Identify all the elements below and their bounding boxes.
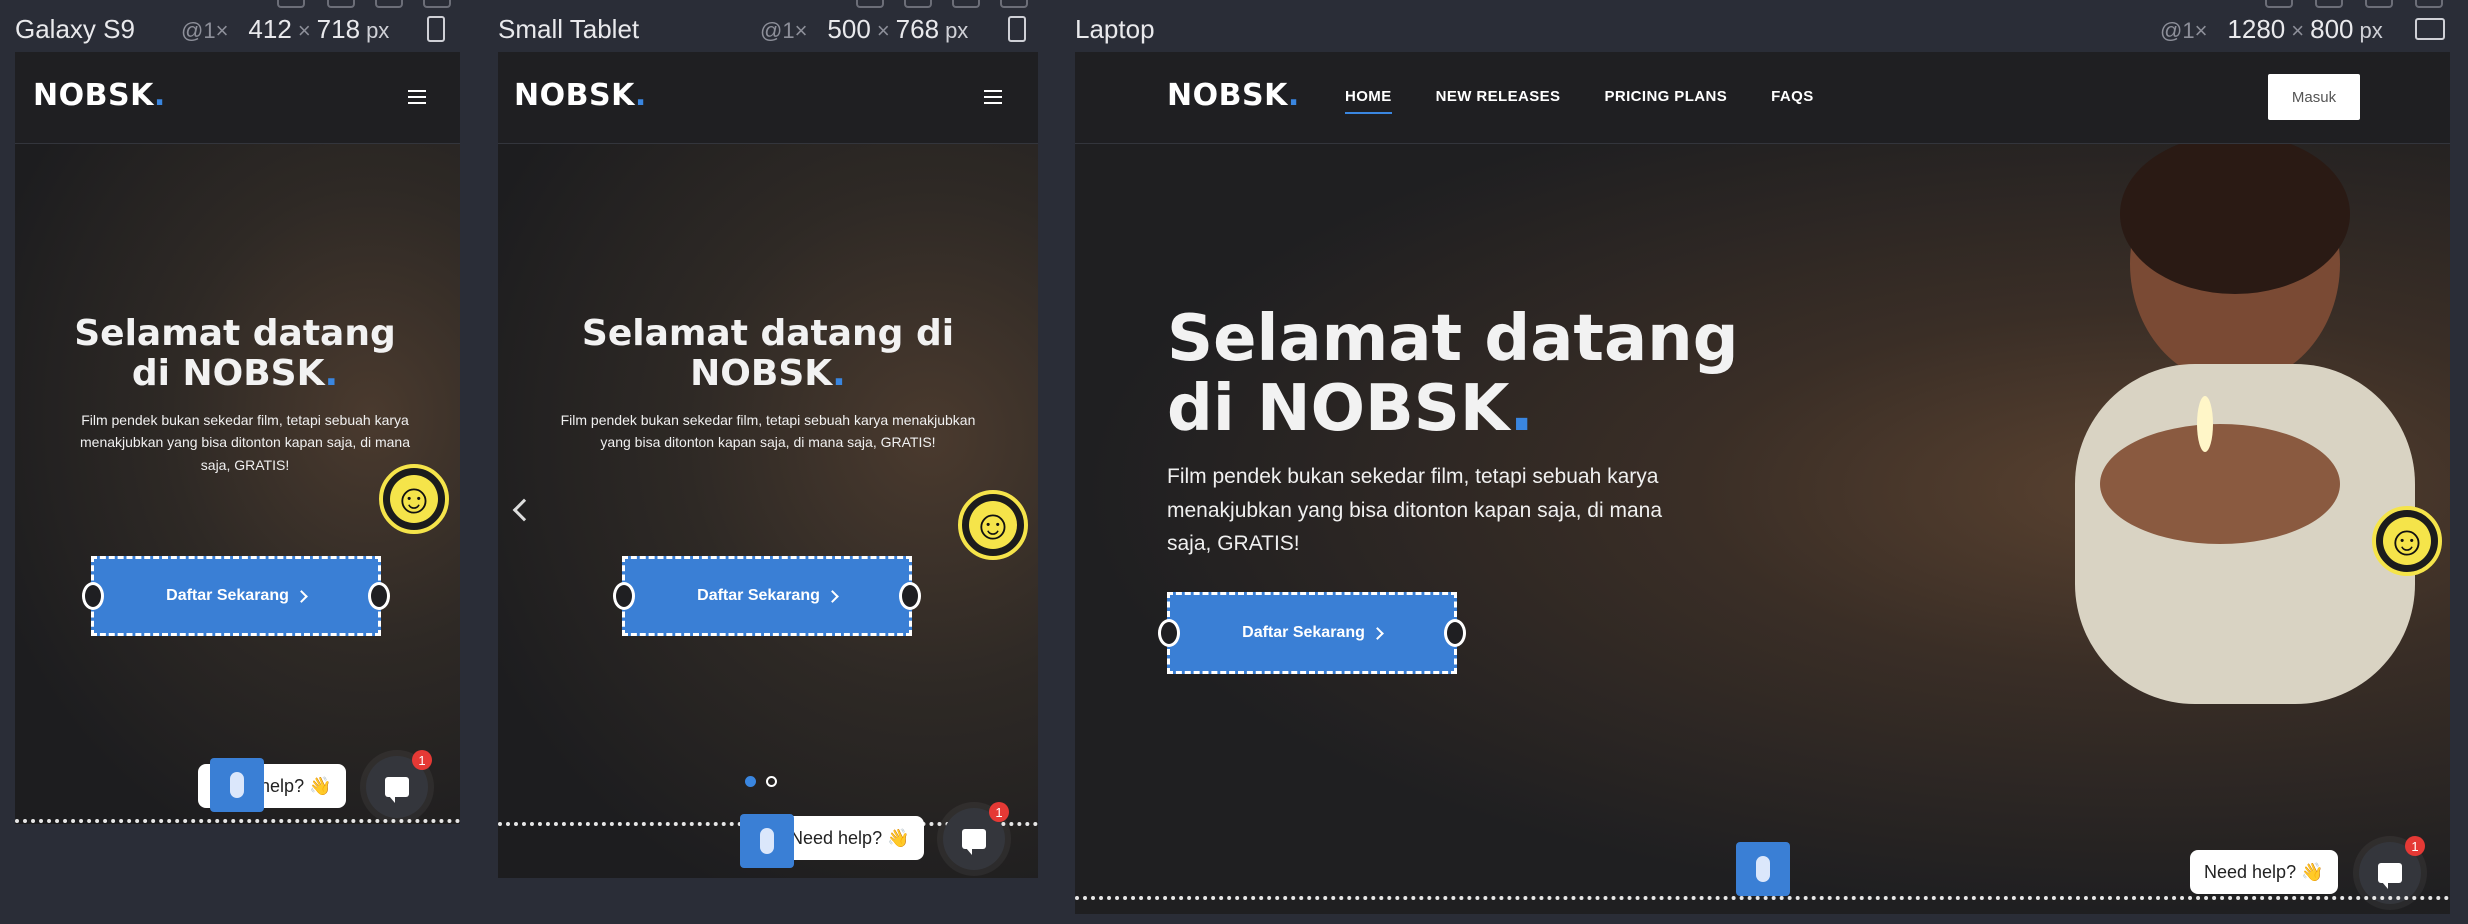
device-header-galaxy: Galaxy S9 @1× 412 × 718 px: [15, 0, 455, 52]
carousel-dot[interactable]: [745, 776, 756, 787]
divider: [15, 819, 460, 823]
device-name: Laptop: [1075, 14, 1155, 44]
nav-new-releases[interactable]: NEW RELEASES: [1436, 88, 1561, 105]
toolbar-icon[interactable]: [2265, 0, 2293, 8]
toolbar-icon[interactable]: [375, 0, 403, 8]
hero-title: Selamat datang di NOBSK.: [581, 313, 955, 394]
accessibility-button[interactable]: ☺: [2372, 506, 2442, 576]
hero-subtitle: Film pendek bukan sekedar film, tetapi s…: [80, 412, 410, 473]
carousel-prev-icon[interactable]: [512, 498, 536, 522]
microphone-icon[interactable]: [740, 814, 794, 868]
chat-button[interactable]: 1: [943, 802, 1009, 870]
device-width: 1280: [2227, 14, 2286, 44]
navbar: NOBSK.: [15, 52, 460, 144]
device-header-laptop: Laptop @1× 1280 × 800 px: [1075, 0, 2455, 52]
cta-button[interactable]: Daftar Sekarang: [1158, 592, 1466, 674]
phone-icon[interactable]: [1008, 16, 1026, 42]
toolbar-icon[interactable]: [2315, 0, 2343, 8]
toolbar-icon[interactable]: [952, 0, 980, 8]
device-name: Small Tablet: [498, 14, 640, 44]
device-scale: @1×: [2160, 18, 2208, 43]
logo[interactable]: NOBSK.: [514, 78, 647, 113]
main-menu: HOME NEW RELEASES PRICING PLANS FAQS: [1345, 88, 1814, 114]
need-help-bubble[interactable]: Need help? 👋: [776, 816, 924, 860]
cta-button[interactable]: Daftar Sekarang: [82, 556, 390, 636]
hero-section: Selamat datang di NOBSK. Film pendek buk…: [15, 144, 460, 824]
phone-icon[interactable]: [427, 16, 445, 42]
galaxy-preview: NOBSK. Selamat datang di NOBSK. Film pen…: [15, 52, 460, 824]
chat-badge: 1: [412, 750, 432, 770]
chat-icon: [962, 829, 986, 855]
login-button[interactable]: Masuk: [2268, 74, 2360, 120]
chat-icon: [385, 777, 409, 803]
toolbar-icon[interactable]: [2365, 0, 2393, 8]
accessibility-icon: ☺: [2382, 516, 2432, 566]
microphone-icon[interactable]: [210, 758, 264, 812]
accessibility-icon: ☺: [389, 474, 439, 524]
chat-badge: 1: [989, 802, 1009, 822]
device-width: 412: [248, 14, 292, 44]
need-help-bubble[interactable]: Need help? 👋: [2190, 850, 2338, 894]
laptop-icon[interactable]: [2415, 18, 2445, 40]
toolbar-icon[interactable]: [327, 0, 355, 8]
hero-title: Selamat datang di NOBSK.: [74, 313, 396, 394]
hero-subtitle: Film pendek bukan sekedar film, tetapi s…: [1167, 465, 1662, 556]
hero-title: Selamat datang di NOBSK.: [1167, 302, 1739, 447]
toolbar-icon[interactable]: [904, 0, 932, 8]
accessibility-button[interactable]: ☺: [958, 490, 1028, 560]
device-name: Galaxy S9: [15, 14, 135, 44]
device-unit: px: [366, 18, 390, 43]
logo[interactable]: NOBSK.: [1167, 78, 1300, 113]
nav-faqs[interactable]: FAQS: [1771, 88, 1813, 105]
device-scale: @1×: [181, 18, 229, 43]
hamburger-menu-icon[interactable]: [984, 90, 1002, 104]
chat-badge: 1: [2405, 836, 2425, 856]
hero-section: Selamat datang di NOBSK. Film pendek buk…: [498, 144, 1038, 878]
device-header-tablet: Small Tablet @1× 500 × 768 px: [498, 0, 1038, 52]
chat-button[interactable]: 1: [366, 750, 432, 818]
tablet-preview: NOBSK. Selamat datang di NOBSK. Film pen…: [498, 52, 1038, 878]
toolbar-icon[interactable]: [423, 0, 451, 8]
device-height: 718: [316, 14, 361, 44]
device-scale: @1×: [760, 18, 808, 43]
toolbar-icon[interactable]: [856, 0, 884, 8]
carousel-dot[interactable]: [766, 776, 777, 787]
toolbar-icon[interactable]: [277, 0, 305, 8]
chat-button[interactable]: 1: [2359, 836, 2425, 904]
nav-pricing-plans[interactable]: PRICING PLANS: [1604, 88, 1727, 105]
nav-home[interactable]: HOME: [1345, 88, 1392, 114]
device-height: 800: [2310, 14, 2354, 44]
accessibility-icon: ☺: [968, 500, 1018, 550]
carousel-dots[interactable]: [745, 776, 777, 787]
cta-button[interactable]: Daftar Sekarang: [613, 556, 921, 636]
toolbar-icon[interactable]: [2415, 0, 2443, 8]
microphone-icon[interactable]: [1736, 842, 1790, 896]
device-unit: px: [945, 18, 969, 43]
hero-subtitle: Film pendek bukan sekedar film, tetapi s…: [560, 412, 976, 451]
device-unit: px: [2359, 18, 2383, 43]
navbar: NOBSK. HOME NEW RELEASES PRICING PLANS F…: [1075, 52, 2450, 144]
hamburger-menu-icon[interactable]: [408, 90, 426, 104]
device-width: 500: [827, 14, 871, 44]
toolbar-icon[interactable]: [1000, 0, 1028, 8]
hero-section: Selamat datang di NOBSK. Film pendek buk…: [1075, 144, 2450, 914]
chat-icon: [2378, 863, 2402, 889]
accessibility-button[interactable]: ☺: [379, 464, 449, 534]
divider: [1075, 896, 2450, 900]
laptop-preview: NOBSK. HOME NEW RELEASES PRICING PLANS F…: [1075, 52, 2450, 914]
logo[interactable]: NOBSK.: [33, 78, 166, 113]
device-height: 768: [895, 14, 940, 44]
hero-image: [2075, 144, 2415, 704]
navbar: NOBSK.: [498, 52, 1038, 144]
